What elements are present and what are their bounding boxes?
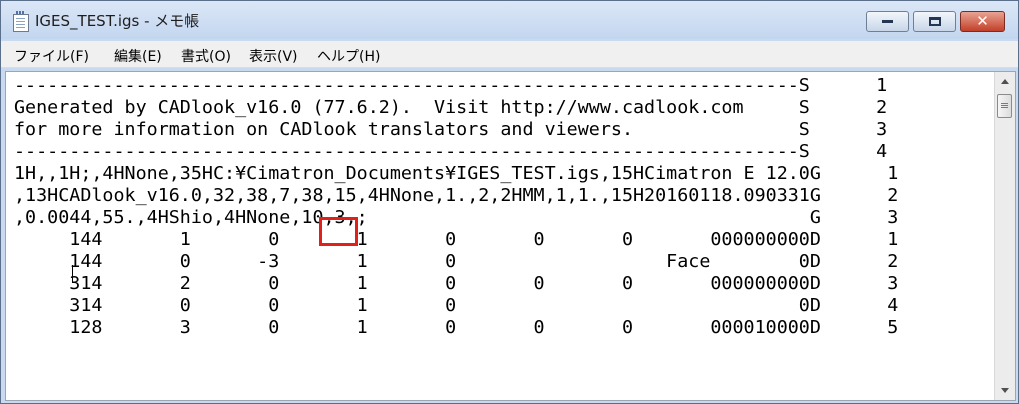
- menu-help[interactable]: ヘルプ(H): [317, 46, 380, 66]
- menu-view[interactable]: 表示(V): [249, 46, 298, 66]
- notepad-icon: [13, 11, 29, 32]
- text-line-6: ,13HCADlook_v16.0,32,38,7,38,15,4HNone,1…: [14, 185, 899, 206]
- menu-edit[interactable]: 編集(E): [114, 46, 162, 66]
- text-line-11: 314 0 0 1 0 0D 4: [14, 295, 899, 316]
- scroll-down-button[interactable]: [996, 382, 1014, 399]
- text-content[interactable]: ----------------------------------------…: [14, 75, 989, 397]
- close-icon: ✕: [976, 12, 989, 30]
- title-bar[interactable]: IGES_TEST.igs - メモ帳 ✕: [1, 1, 1018, 39]
- text-line-7: ,0.0044,55.,4HShio,4HNone,10,3,; G 3: [14, 207, 899, 228]
- menu-format[interactable]: 書式(O): [181, 46, 231, 66]
- scroll-up-arrow-icon: [1001, 79, 1009, 84]
- text-line-10: 314 2 0 1 0 0 0 000000000D 3: [14, 273, 899, 294]
- maximize-icon: [928, 17, 941, 26]
- text-line-3: for more information on CADlook translat…: [14, 119, 888, 140]
- text-line-2: Generated by CADlook_v16.0 (77.6.2). Vis…: [14, 97, 888, 118]
- text-line-1: ----------------------------------------…: [14, 75, 888, 96]
- grip-icon: [1001, 103, 1008, 109]
- maximize-button[interactable]: [913, 11, 956, 32]
- text-editor[interactable]: ----------------------------------------…: [5, 71, 1016, 401]
- highlight-annotation-box: [319, 217, 358, 246]
- vertical-scrollbar[interactable]: [994, 72, 1015, 400]
- window-title: IGES_TEST.igs - メモ帳: [35, 12, 200, 30]
- text-line-5: 1H,,1H;,4HNone,35HC:¥Cimatron_Documents¥…: [14, 163, 899, 184]
- notepad-window: IGES_TEST.igs - メモ帳 ✕ ファイル(F) 編集(E) 書式(O…: [0, 0, 1019, 404]
- text-line-9: 144 0 -3 1 0 Face 0D 2: [14, 251, 899, 272]
- minimize-icon: [882, 20, 893, 23]
- menu-bar: ファイル(F) 編集(E) 書式(O) 表示(V) ヘルプ(H): [1, 41, 1018, 68]
- close-button[interactable]: ✕: [960, 11, 1005, 32]
- minimize-button[interactable]: [866, 11, 909, 32]
- text-cursor: [72, 265, 73, 283]
- scroll-thumb[interactable]: [997, 94, 1012, 118]
- text-line-4: ----------------------------------------…: [14, 141, 888, 162]
- menu-file[interactable]: ファイル(F): [14, 46, 89, 66]
- scroll-up-button[interactable]: [996, 73, 1014, 90]
- scroll-down-arrow-icon: [1001, 388, 1009, 393]
- text-line-12: 128 3 0 1 0 0 0 000010000D 5: [14, 317, 899, 338]
- text-line-8: 144 1 0 1 0 0 0 000000000D 1: [14, 229, 899, 250]
